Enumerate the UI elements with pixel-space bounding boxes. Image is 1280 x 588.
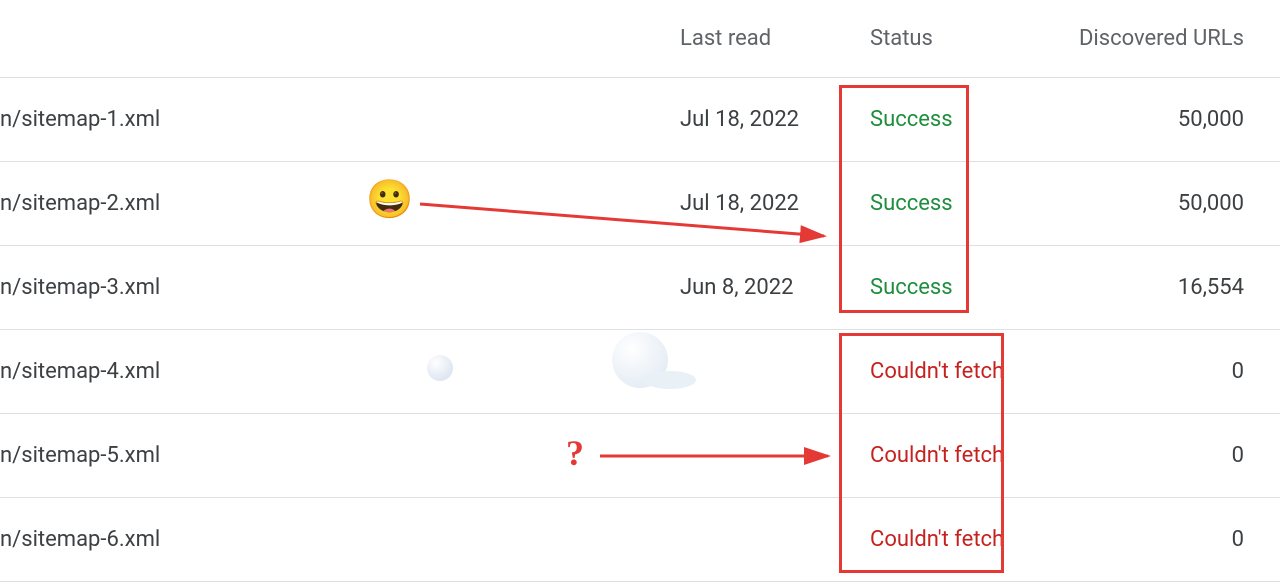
table-row[interactable]: n/sitemap-4.xml Couldn't fetch 0: [0, 330, 1280, 414]
cell-discovered-urls: 0: [1020, 443, 1280, 468]
table-row[interactable]: n/sitemap-3.xml Jun 8, 2022 Success 16,5…: [0, 246, 1280, 330]
cell-discovered-urls: 50,000: [1020, 191, 1280, 216]
table-row[interactable]: n/sitemap-6.xml Couldn't fetch 0: [0, 498, 1280, 582]
cell-sitemap: n/sitemap-5.xml: [0, 443, 680, 468]
cell-status: Success: [860, 191, 1020, 216]
cell-sitemap: n/sitemap-1.xml: [0, 107, 680, 132]
sitemaps-table: Last read Status Discovered URLs n/sitem…: [0, 0, 1280, 582]
header-discovered-urls: Discovered URLs: [1020, 26, 1280, 51]
table-row[interactable]: n/sitemap-5.xml Couldn't fetch 0: [0, 414, 1280, 498]
cell-status: Success: [860, 107, 1020, 132]
cell-status: Couldn't fetch: [860, 359, 1020, 384]
cell-discovered-urls: 0: [1020, 359, 1280, 384]
header-last-read: Last read: [680, 26, 860, 51]
cell-discovered-urls: 50,000: [1020, 107, 1280, 132]
cell-sitemap: n/sitemap-6.xml: [0, 527, 680, 552]
cell-discovered-urls: 16,554: [1020, 275, 1280, 300]
cell-sitemap: n/sitemap-2.xml: [0, 191, 680, 216]
table-row[interactable]: n/sitemap-1.xml Jul 18, 2022 Success 50,…: [0, 78, 1280, 162]
cell-last-read: Jul 18, 2022: [680, 191, 860, 216]
cell-last-read: Jun 8, 2022: [680, 275, 860, 300]
cell-last-read: Jul 18, 2022: [680, 107, 860, 132]
cell-status: Couldn't fetch: [860, 443, 1020, 468]
cell-sitemap: n/sitemap-4.xml: [0, 359, 680, 384]
cell-sitemap: n/sitemap-3.xml: [0, 275, 680, 300]
table-row[interactable]: n/sitemap-2.xml Jul 18, 2022 Success 50,…: [0, 162, 1280, 246]
header-status: Status: [860, 26, 1020, 51]
cell-status: Success: [860, 275, 1020, 300]
cell-discovered-urls: 0: [1020, 527, 1280, 552]
cell-status: Couldn't fetch: [860, 527, 1020, 552]
table-header-row: Last read Status Discovered URLs: [0, 0, 1280, 78]
